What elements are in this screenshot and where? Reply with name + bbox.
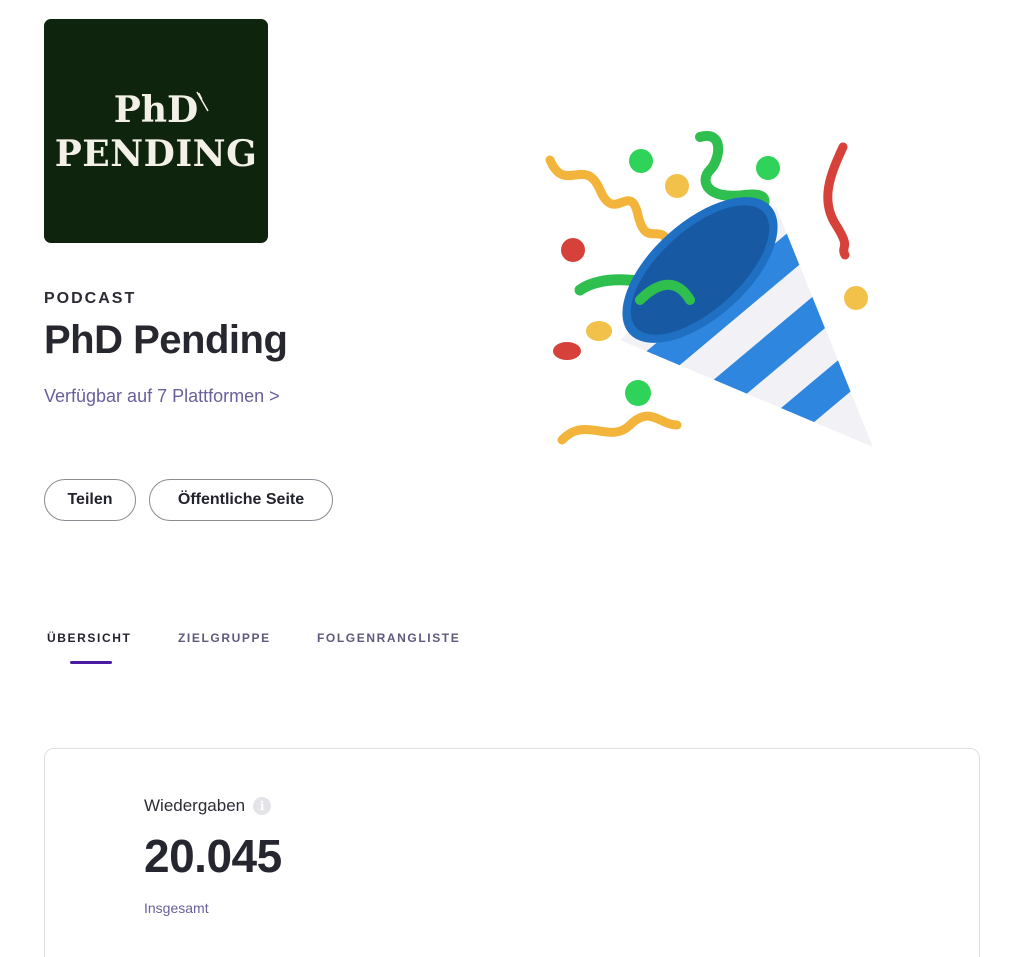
party-popper-icon bbox=[545, 131, 873, 447]
plays-total-sublabel: Insgesamt bbox=[144, 900, 209, 916]
podcast-title: PhD Pending bbox=[44, 318, 288, 362]
plays-label-row: Wiedergaben i bbox=[144, 796, 272, 816]
podcast-cover-art: PhD PENDING bbox=[44, 19, 268, 243]
tab-audience[interactable]: ZIELGRUPPE bbox=[178, 631, 271, 645]
quill-icon bbox=[196, 91, 209, 112]
public-page-button[interactable]: Öffentliche Seite bbox=[149, 479, 333, 521]
content-type-label: PODCAST bbox=[44, 290, 137, 307]
cover-title-line2: PENDING bbox=[54, 133, 258, 175]
info-icon[interactable]: i bbox=[253, 797, 272, 815]
tab-episode-ranking[interactable]: FOLGENRANGLISTE bbox=[317, 631, 460, 645]
plays-label: Wiedergaben bbox=[144, 796, 246, 815]
tab-overview[interactable]: ÜBERSICHT bbox=[47, 631, 131, 645]
plays-stats-card: Wiedergaben i 20.045 Insgesamt bbox=[44, 748, 980, 957]
cover-title-line1: PhD bbox=[113, 89, 199, 131]
plays-total-value: 20.045 bbox=[144, 830, 282, 882]
podcast-overview-page: PhD PENDING PODCAST PhD Pending Verfügba… bbox=[0, 0, 1024, 957]
share-button[interactable]: Teilen bbox=[44, 479, 136, 521]
platforms-link[interactable]: Verfügbar auf 7 Plattformen > bbox=[44, 386, 280, 407]
active-tab-indicator bbox=[70, 661, 112, 664]
